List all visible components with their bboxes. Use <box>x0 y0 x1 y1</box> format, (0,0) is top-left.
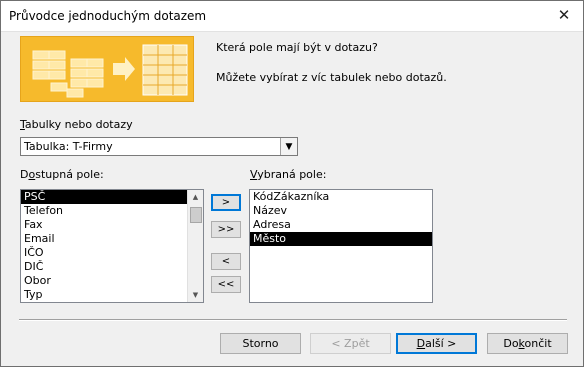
tables-label: Tabulky nebo dotazy <box>20 118 133 131</box>
list-item[interactable]: DIČ <box>21 260 203 274</box>
add-field-button[interactable]: > <box>211 194 241 211</box>
finish-button[interactable]: Dokončit <box>487 333 568 354</box>
next-button[interactable]: Další > <box>396 333 477 354</box>
list-item[interactable]: KódZákazníka <box>250 190 432 204</box>
tables-combobox[interactable]: Tabulka: T-Firmy ▼ <box>20 137 298 156</box>
list-item[interactable]: Město <box>250 232 432 246</box>
scroll-up-icon[interactable]: ▲ <box>188 190 203 204</box>
selected-fields-list[interactable]: KódZákazníka Název Adresa Město <box>249 189 433 303</box>
list-item[interactable]: Název <box>250 204 432 218</box>
list-item[interactable]: Typ <box>21 288 203 302</box>
vertical-scrollbar[interactable]: ▲ ▼ <box>187 190 203 302</box>
wizard-hint: Můžete vybírat z víc tabulek nebo dotazů… <box>216 71 447 84</box>
list-item[interactable]: Email <box>21 232 203 246</box>
title-bar[interactable]: Průvodce jednoduchým dotazem ✕ <box>1 1 583 32</box>
wizard-illustration <box>20 36 194 102</box>
remove-all-fields-button[interactable]: << <box>211 276 241 293</box>
list-item[interactable]: Obor <box>21 274 203 288</box>
tables-combobox-value: Tabulka: T-Firmy <box>24 140 113 153</box>
selected-fields-label: Vybraná pole: <box>250 168 327 181</box>
back-button[interactable]: < Zpět <box>310 333 391 354</box>
list-item[interactable]: Fax <box>21 218 203 232</box>
wizard-dialog: Průvodce jednoduchým dotazem ✕ Která pol… <box>0 0 584 367</box>
list-item[interactable]: PSČ <box>21 190 203 204</box>
list-item[interactable]: IČO <box>21 246 203 260</box>
window-title: Průvodce jednoduchým dotazem <box>9 9 207 23</box>
close-button[interactable]: ✕ <box>551 3 577 27</box>
separator <box>19 319 567 321</box>
add-all-fields-button[interactable]: >> <box>211 221 241 238</box>
available-fields-label: Dostupná pole: <box>20 168 104 181</box>
list-item[interactable]: Telefon <box>21 204 203 218</box>
list-item[interactable]: Adresa <box>250 218 432 232</box>
remove-field-button[interactable]: < <box>211 253 241 270</box>
combobox-dropdown-button[interactable]: ▼ <box>280 138 297 155</box>
scroll-down-icon[interactable]: ▼ <box>188 288 203 302</box>
table-grid-icon <box>32 44 188 98</box>
close-icon: ✕ <box>557 6 571 24</box>
wizard-question: Která pole mají být v dotazu? <box>216 41 378 54</box>
cancel-button[interactable]: Storno <box>220 333 301 354</box>
chevron-down-icon: ▼ <box>285 141 293 152</box>
scroll-thumb[interactable] <box>190 207 202 223</box>
available-fields-list[interactable]: PSČ Telefon Fax Email IČO DIČ Obor Typ ▲ ▼ <box>20 189 204 303</box>
